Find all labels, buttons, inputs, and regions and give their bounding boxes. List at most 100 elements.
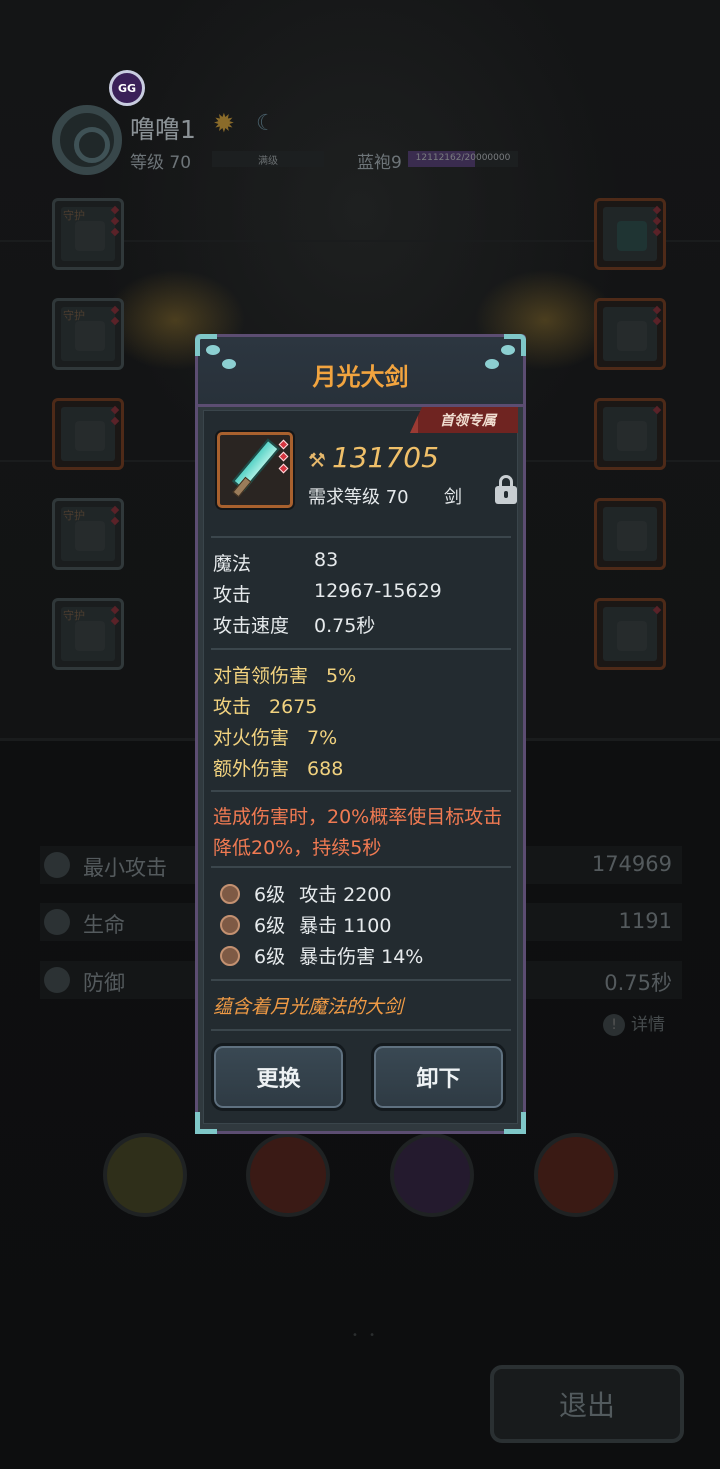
bonus-stat-label: 攻击 — [213, 696, 252, 718]
equip-slot-shoulder[interactable] — [594, 498, 666, 570]
equip-slot-armor[interactable]: 守护 — [52, 298, 124, 370]
bonus-stat-value: 688 — [307, 758, 344, 780]
special-effect-text: 造成伤害时，20%概率使目标攻击降低20%，持续5秒 — [213, 806, 503, 859]
power-icon: ⚒ — [308, 448, 326, 472]
gem-socket-icon — [220, 945, 240, 966]
sword-icon — [44, 852, 70, 878]
gg-label: GG — [117, 81, 137, 95]
exp-bar: 12112162/20000000 — [408, 151, 518, 167]
gem-socket-icon — [220, 883, 240, 904]
lock-icon[interactable] — [495, 475, 517, 507]
equip-slot-gloves[interactable]: 守护 — [52, 498, 124, 570]
exp-bar-text: 12112162/20000000 — [415, 153, 511, 163]
item-title: 月光大剑 — [312, 363, 409, 391]
divider — [211, 1029, 511, 1031]
item-icon — [217, 432, 293, 508]
sun-badge-icon: ✹ — [213, 109, 235, 139]
equipment-icon — [75, 521, 105, 551]
player-class: 蓝袍9 — [357, 153, 402, 173]
shield-icon — [44, 967, 70, 993]
info-icon: ! — [603, 1014, 625, 1036]
base-stat-value: 0.75秒 — [314, 615, 376, 637]
page-dots: • • — [352, 1330, 379, 1341]
gg-overlay-icon[interactable]: GG — [109, 70, 145, 106]
equipment-icon — [75, 421, 105, 451]
level-bar: 满级 — [212, 151, 324, 167]
stat-value: 174969 — [591, 852, 672, 876]
bonus-stat: 攻击 2675 — [213, 692, 317, 719]
base-stat-value: 12967-15629 — [314, 580, 442, 602]
gem-stat: 攻击 2200 — [299, 884, 392, 906]
heart-icon — [44, 909, 70, 935]
unequip-button[interactable]: 卸下 — [371, 1043, 506, 1111]
divider — [211, 866, 511, 868]
stat-value: 0.75秒 — [604, 971, 672, 995]
equip-slot-helm[interactable] — [594, 598, 666, 670]
necklace-icon — [617, 421, 647, 451]
equip-slot-cloak[interactable]: 守护 — [52, 598, 124, 670]
equip-slot-helmet[interactable]: 守护 — [52, 198, 124, 270]
base-stat-label: 魔法 — [213, 553, 252, 575]
bonus-stat-value: 2675 — [269, 696, 318, 718]
gem-level: 6级 — [254, 946, 286, 968]
player-emblem-icon — [52, 105, 122, 175]
gem-icon — [278, 463, 289, 474]
base-stat-value: 83 — [314, 549, 339, 571]
skill-button-bubbles[interactable] — [103, 1133, 187, 1217]
level-bar-label: 满级 — [258, 156, 278, 167]
bonus-stat-label: 对火伤害 — [213, 727, 290, 749]
item-detail-modal: 月光大剑 首领专属 ⚒ 131705 需求等级 70 剑 魔法 83 攻击 12… — [195, 334, 526, 1134]
bonus-stat: 对火伤害 7% — [213, 723, 337, 750]
crystal-ornament — [206, 345, 220, 355]
details-link[interactable]: ! 详情 — [603, 1010, 665, 1036]
modal-header: 月光大剑 — [198, 337, 523, 407]
crystal-ornament — [501, 345, 515, 355]
stat-label: 生命 — [83, 913, 125, 937]
bonus-stat-label: 对首领伤害 — [213, 665, 309, 687]
stat-value: 1191 — [618, 909, 672, 933]
item-type: 剑 — [444, 487, 462, 508]
equip-slot-ring[interactable] — [594, 298, 666, 370]
divider — [211, 536, 511, 538]
ring-icon — [617, 321, 647, 351]
gem-stat: 暴击伤害 14% — [299, 946, 424, 968]
unequip-label: 卸下 — [416, 1067, 461, 1092]
exit-label: 退出 — [558, 1389, 615, 1422]
skill-button-axes[interactable] — [534, 1133, 618, 1217]
gem-socket-icon — [220, 914, 240, 935]
gem-stat: 暴击 1100 — [299, 915, 392, 937]
equipment-icon — [75, 621, 105, 651]
gem-level: 6级 — [254, 884, 286, 906]
equip-slot-weapon[interactable] — [594, 198, 666, 270]
equip-slot-boots[interactable] — [52, 398, 124, 470]
crystal-ornament — [485, 359, 499, 369]
equipment-icon — [75, 321, 105, 351]
replace-button[interactable]: 更换 — [211, 1043, 346, 1111]
stat-label: 防御 — [83, 971, 125, 995]
divider — [211, 790, 511, 792]
modal-body: 首领专属 ⚒ 131705 需求等级 70 剑 魔法 83 攻击 12967-1… — [203, 407, 518, 1124]
item-power: 131705 — [332, 441, 439, 474]
skill-button-blade[interactable] — [390, 1133, 474, 1217]
divider — [211, 648, 511, 650]
bonus-stat: 额外伤害 688 — [213, 754, 343, 781]
stat-label: 最小攻击 — [83, 856, 167, 880]
gem-level: 6级 — [254, 915, 286, 937]
helm-icon — [617, 621, 647, 651]
moon-badge-icon: ☾ — [256, 111, 276, 136]
bonus-stat-label: 额外伤害 — [213, 758, 290, 780]
item-flavor-text: 蕴含着月光魔法的大剑 — [213, 996, 404, 1018]
skill-button-crest[interactable] — [246, 1133, 330, 1217]
gem-socket-row: 6级 攻击 2200 — [220, 880, 392, 907]
player-level: 等级 70 — [130, 153, 192, 173]
equip-slot-necklace[interactable] — [594, 398, 666, 470]
pauldron-icon — [617, 521, 647, 551]
boss-exclusive-badge: 首领专属 — [410, 407, 518, 433]
level-requirement: 需求等级 70 — [308, 487, 409, 508]
crystal-ornament — [222, 359, 236, 369]
exit-button[interactable]: 退出 — [490, 1365, 684, 1443]
lock-keyhole — [504, 491, 508, 498]
base-stat-label: 攻击速度 — [213, 615, 290, 637]
gem-icon — [278, 451, 289, 462]
bonus-stat: 对首领伤害 5% — [213, 661, 356, 688]
